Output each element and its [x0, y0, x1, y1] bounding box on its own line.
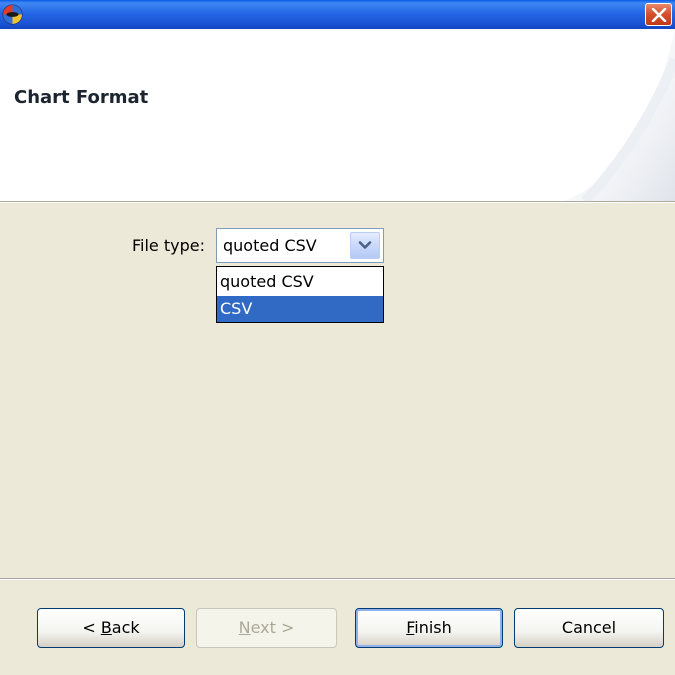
- close-button[interactable]: [645, 3, 672, 26]
- file-type-value: quoted CSV: [223, 236, 317, 255]
- footer-separator-highlight: [0, 579, 675, 580]
- finish-button[interactable]: Finish: [355, 608, 503, 648]
- back-button-label: ack: [111, 618, 140, 637]
- back-button-prefix: <: [82, 618, 101, 637]
- file-type-combo[interactable]: quoted CSV: [216, 228, 384, 263]
- app-logo-icon: [2, 4, 23, 25]
- next-button: Next >: [196, 608, 337, 648]
- next-button-label: ext >: [250, 618, 295, 637]
- file-type-label: File type:: [132, 236, 205, 255]
- cancel-button[interactable]: Cancel: [514, 608, 664, 648]
- option-quoted-csv[interactable]: quoted CSV: [217, 269, 383, 295]
- header-decoration: [565, 29, 675, 201]
- finish-button-label: inish: [414, 618, 452, 637]
- back-button[interactable]: < Back: [37, 608, 185, 648]
- next-button-mnemonic: N: [238, 618, 251, 637]
- cancel-button-label: Cancel: [561, 618, 617, 637]
- file-type-dropdown-list: quoted CSV CSV: [216, 266, 384, 323]
- page-title: Chart Format: [14, 87, 149, 108]
- option-csv[interactable]: CSV: [217, 296, 383, 322]
- chevron-down-icon: [358, 241, 372, 249]
- close-icon: [651, 8, 667, 22]
- back-button-mnemonic: B: [100, 618, 112, 637]
- wizard-header: Chart Format: [0, 29, 675, 201]
- dropdown-arrow-button[interactable]: [350, 232, 380, 259]
- title-bar[interactable]: [0, 0, 675, 29]
- wizard-dialog: Chart Format File type: quoted CSV quote…: [0, 0, 675, 675]
